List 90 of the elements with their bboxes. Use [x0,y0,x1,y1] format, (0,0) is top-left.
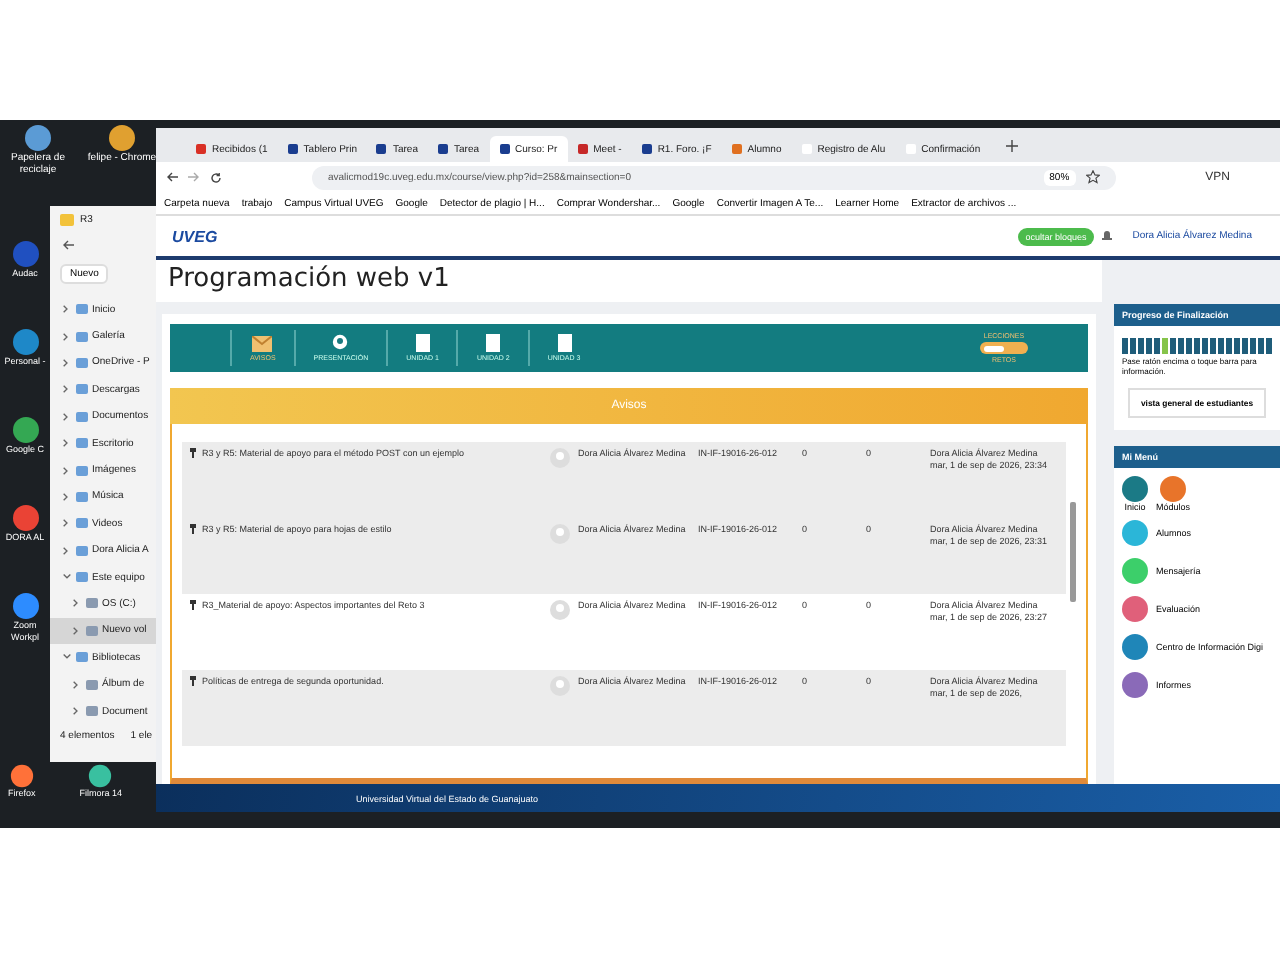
avatar-icon [550,600,570,620]
app-icon[interactable] [11,504,39,532]
page-icon [415,334,430,352]
progress-cell[interactable] [1146,338,1152,354]
chevron-icon[interactable] [72,625,82,636]
new-tab-icon[interactable] [1006,139,1019,151]
folder-icon [76,572,88,583]
progress-cell[interactable] [1250,338,1256,354]
app-icon[interactable] [9,764,34,788]
folder-icon [76,491,88,502]
menu-icon[interactable] [1122,520,1148,546]
progress-cell[interactable] [1218,338,1224,354]
progress-cell[interactable] [1194,338,1200,354]
drive-icon [86,706,98,717]
pin-icon [190,600,196,610]
folder-icon [60,214,74,226]
page-icon [557,334,571,352]
progress-cell[interactable] [1202,338,1208,354]
folder-icon [76,465,88,476]
avatar-icon [550,524,570,544]
progress-cell[interactable] [1266,338,1272,354]
envelope-icon [252,335,273,351]
progress-cell[interactable] [1130,338,1136,354]
menu-icon[interactable] [1122,672,1148,698]
chevron-icon[interactable] [72,706,82,717]
progress-cell[interactable] [1258,338,1264,354]
menu-icon[interactable] [1122,634,1148,660]
pin-icon [190,448,196,458]
avatar-icon [550,676,570,696]
progress-cell[interactable] [1186,338,1192,354]
chevron-icon[interactable] [62,357,72,368]
chevron-icon[interactable] [62,491,72,502]
lessons-toggle[interactable] [980,342,1028,354]
folder-icon [76,357,88,368]
app-icon[interactable] [108,124,136,152]
folder-icon [76,331,88,342]
chevron-icon[interactable] [62,545,72,556]
progress-cell[interactable] [1178,338,1184,354]
page-icon [486,334,501,352]
app-icon[interactable] [11,416,39,444]
chevron-icon[interactable] [62,384,72,395]
chevron-icon[interactable] [62,304,72,315]
star-icon[interactable] [1085,170,1100,184]
menu-icon[interactable] [1160,476,1186,502]
chevron-icon[interactable] [72,679,82,690]
app-icon[interactable] [88,764,113,788]
course-title: Programación web v1 [156,260,1102,302]
reload-icon[interactable] [210,171,222,183]
chevron-icon[interactable] [72,598,82,609]
chevron-icon[interactable] [62,331,72,342]
chevron-icon[interactable] [62,652,72,663]
drive-icon [86,625,98,636]
chevron-icon[interactable] [62,438,72,449]
folder-icon [76,304,88,315]
progress-cell[interactable] [1210,338,1216,354]
progress-cell[interactable] [1162,338,1168,354]
folder-icon [76,438,88,449]
chevron-icon[interactable] [62,411,72,422]
progress-cell[interactable] [1138,338,1144,354]
folder-icon [76,411,88,422]
drive-icon [86,679,98,690]
progress-cell[interactable] [1226,338,1232,354]
person-icon [332,334,349,352]
back-icon[interactable] [62,240,74,250]
bell-icon[interactable] [1102,230,1113,242]
pin-icon [190,524,196,534]
app-icon[interactable] [11,592,39,620]
pin-icon [190,676,196,686]
progress-cell[interactable] [1154,338,1160,354]
folder-icon [76,652,88,663]
menu-icon[interactable] [1122,596,1148,622]
chevron-icon[interactable] [62,518,72,529]
folder-icon [76,545,88,556]
logo[interactable]: UVEG [172,227,218,245]
chevron-icon[interactable] [62,465,72,476]
back-icon[interactable] [166,172,178,182]
forward-icon[interactable] [188,172,200,182]
avatar-icon [550,448,570,468]
app-icon[interactable] [24,124,52,152]
drive-icon [86,598,98,609]
app-icon[interactable] [11,328,39,356]
progress-cell[interactable] [1242,338,1248,354]
progress-cell[interactable] [1234,338,1240,354]
menu-icon[interactable] [1122,476,1148,502]
progress-cell[interactable] [1170,338,1176,354]
scrollbar[interactable] [1070,502,1076,602]
folder-icon [76,518,88,529]
chevron-icon[interactable] [62,572,72,583]
progress-cell[interactable] [1122,338,1128,354]
folder-icon [76,384,88,395]
